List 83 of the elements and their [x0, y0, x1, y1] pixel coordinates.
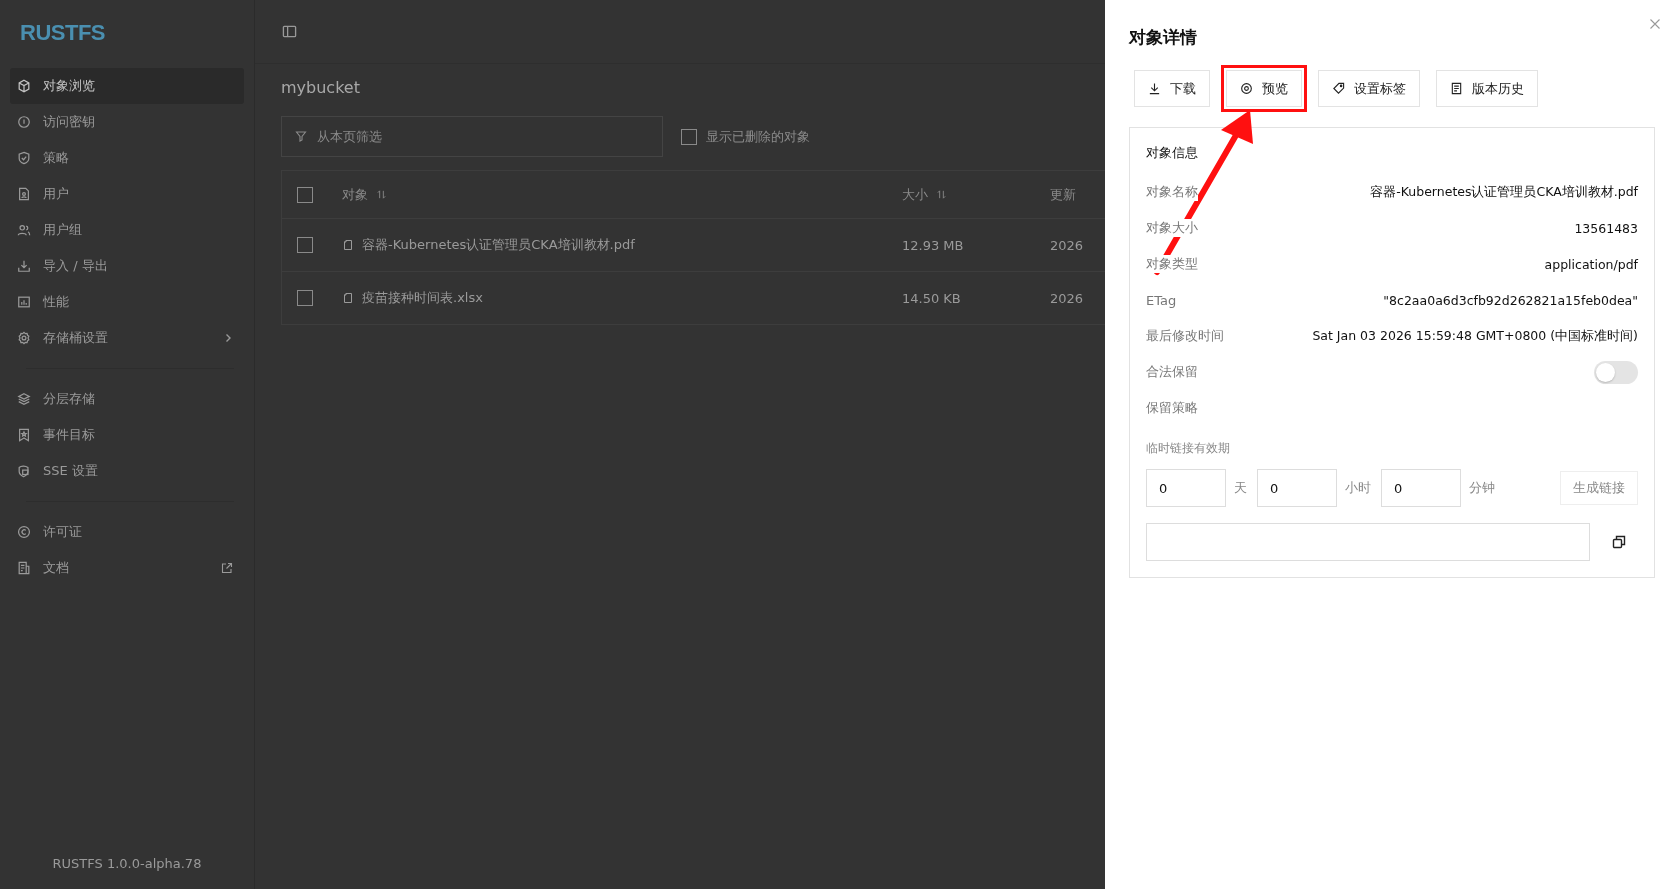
chevron-right-icon [223, 333, 233, 343]
toggle-switch[interactable] [1594, 360, 1638, 384]
sidebar-item[interactable]: 策略 [10, 140, 244, 176]
sort-icon[interactable] [936, 189, 947, 200]
sidebar-item[interactable]: SSE 设置 [10, 453, 244, 489]
number-field[interactable]: 0 [1146, 469, 1226, 507]
object-name[interactable]: 容器-Kubernetes认证管理员CKA培训教材.pdf [362, 236, 635, 254]
field-label: 对象名称 [1146, 183, 1198, 201]
unit-label: 天 [1234, 479, 1247, 497]
column-header[interactable]: 更新 [1050, 185, 1076, 204]
file-icon [342, 292, 354, 304]
field-label: 最后修改时间 [1146, 327, 1224, 345]
unit-label: 分钟 [1469, 479, 1495, 497]
filter-field[interactable]: 从本页筛选 [281, 116, 663, 157]
field-value: "8c2aa0a6d3cfb92d262821a15feb0dea" [1383, 292, 1638, 308]
field-value: application/pdf [1544, 256, 1638, 272]
unit-label: 小时 [1345, 479, 1371, 497]
table-cell: 14.50 KB [902, 290, 961, 306]
cube-icon [17, 79, 31, 93]
table-cell: 12.93 MB [902, 237, 964, 253]
field-value: 13561483 [1574, 220, 1638, 236]
download-icon [1148, 82, 1161, 95]
field-value: 容器-Kubernetes认证管理员CKA培训教材.pdf [1370, 183, 1638, 201]
close-icon[interactable] [1649, 18, 1661, 30]
row-checkbox[interactable] [297, 290, 313, 306]
object-name[interactable]: 疫苗接种时间表.xlsx [362, 289, 483, 307]
drawer-title: 对象详情 [1129, 26, 1198, 49]
shield-icon [17, 151, 31, 165]
layers-icon [17, 392, 31, 406]
select-all-checkbox[interactable] [297, 186, 313, 203]
sort-icon[interactable] [376, 189, 387, 200]
link-field[interactable] [1146, 523, 1590, 561]
field-label: 对象大小 [1146, 219, 1198, 237]
section-title: 对象信息 [1146, 144, 1199, 162]
sidebar-item[interactable]: 访问密钥 [10, 104, 244, 140]
action-button[interactable]: 预览 [1226, 70, 1302, 107]
user-card-icon [17, 187, 31, 201]
copyright-icon [17, 525, 31, 539]
document-icon [17, 561, 31, 575]
generate-link-button[interactable]: 生成链接 [1560, 471, 1638, 505]
action-button[interactable]: 设置标签 [1318, 70, 1420, 107]
field-label: 保留策略 [1146, 399, 1198, 417]
field-label: 合法保留 [1146, 363, 1198, 381]
sidebar-item[interactable]: 性能 [10, 284, 244, 320]
sidebar-item[interactable]: 存储桶设置 [10, 320, 244, 356]
action-button[interactable]: 下载 [1134, 70, 1210, 107]
checkbox-label: 显示已删除的对象 [706, 127, 810, 146]
field-label: 临时链接有效期 [1146, 440, 1231, 457]
sidebar-item[interactable]: 事件目标 [10, 417, 244, 453]
file-icon [342, 239, 354, 251]
sidebar-item[interactable]: 用户 [10, 176, 244, 212]
eye-icon [1240, 82, 1253, 95]
bookmark-icon [17, 428, 31, 442]
checkbox[interactable] [681, 128, 697, 145]
sidebar-item[interactable]: 导入 / 导出 [10, 248, 244, 284]
column-header[interactable]: 对象 [342, 185, 368, 204]
sidebar-item[interactable]: 用户组 [10, 212, 244, 248]
row-checkbox[interactable] [297, 237, 313, 253]
document-icon [1450, 82, 1463, 95]
sidebar-item[interactable]: 对象浏览 [10, 68, 244, 104]
sidebar-item[interactable]: 许可证 [10, 514, 244, 550]
tag-icon [1332, 82, 1345, 95]
number-field[interactable]: 0 [1381, 469, 1461, 507]
filter-icon [295, 130, 307, 142]
field-label: 对象类型 [1146, 255, 1198, 273]
field-value: Sat Jan 03 2026 15:59:48 GMT+0800 (中国标准时间) [1312, 327, 1638, 345]
chart-icon [17, 295, 31, 309]
bucket-title: mybucket [281, 78, 360, 97]
sidebar-toggle-icon[interactable] [282, 24, 297, 39]
users-icon [17, 223, 31, 237]
table-cell: 2026 [1050, 237, 1084, 253]
sidebar-item[interactable]: 文档 [10, 550, 244, 586]
logo: RUSTFS [20, 20, 105, 46]
number-field[interactable]: 0 [1257, 469, 1337, 507]
gear-icon [17, 331, 31, 345]
external-link-icon [221, 562, 233, 574]
action-button[interactable]: 版本历史 [1436, 70, 1538, 107]
copy-icon[interactable] [1612, 535, 1626, 549]
column-header[interactable]: 大小 [902, 185, 928, 204]
table-cell: 2026 [1050, 290, 1084, 306]
sidebar-item[interactable]: 分层存储 [10, 381, 244, 417]
version-text: RUSTFS 1.0.0-alpha.78 [52, 856, 202, 871]
download-tray-icon [17, 259, 31, 273]
